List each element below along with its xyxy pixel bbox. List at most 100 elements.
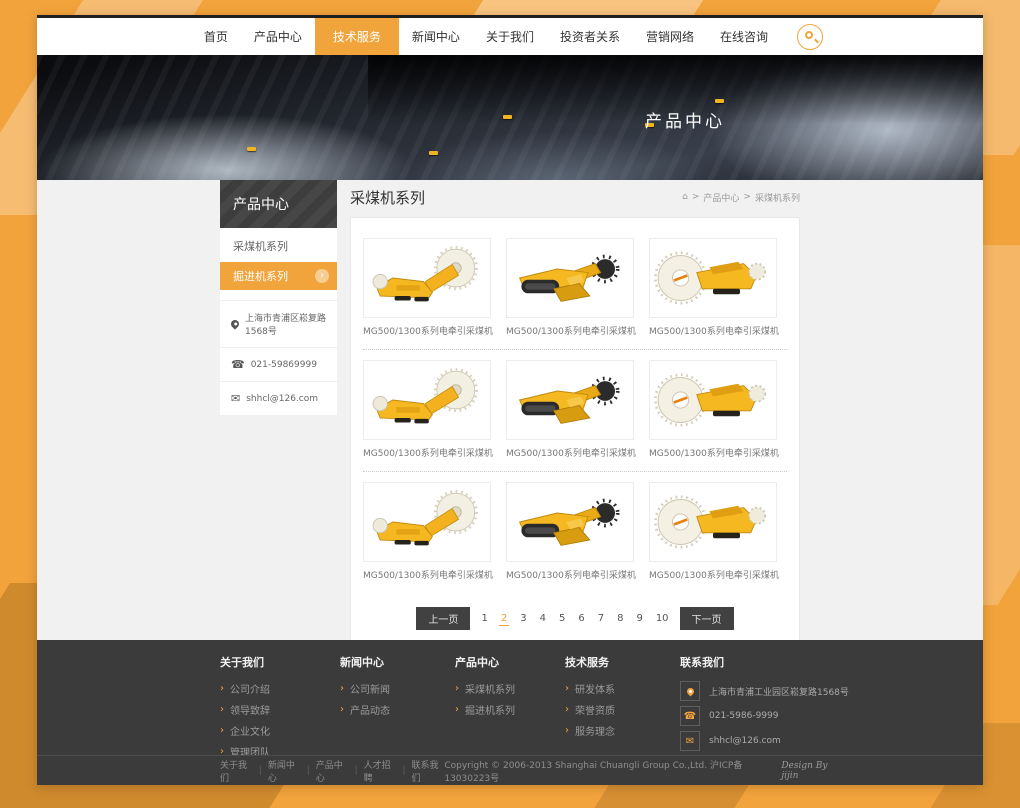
product-name[interactable]: MG500/1300系列电牵引采煤机 xyxy=(506,568,634,581)
product-card[interactable]: MG500/1300系列电牵引采煤机 xyxy=(649,482,777,581)
phone-text: 021-59869999 xyxy=(251,360,317,370)
breadcrumb: ⌂ > 产品中心 > 采煤机系列 xyxy=(682,191,800,204)
breadcrumb-sep: > xyxy=(743,192,751,202)
product-card[interactable]: MG500/1300系列电牵引采煤机 xyxy=(506,238,634,337)
pagination-page-4[interactable]: 4 xyxy=(538,612,548,625)
product-name[interactable]: MG500/1300系列电牵引采煤机 xyxy=(649,324,777,337)
footer-link-shearer-series[interactable]: ›采煤机系列 xyxy=(455,681,565,696)
pagination-prev-button[interactable]: 上一页 xyxy=(416,607,470,630)
footer-address: 上海市青浦工业园区崧复路1568号 xyxy=(680,681,983,701)
breadcrumb-products[interactable]: 产品中心 xyxy=(703,191,739,204)
nav-item-news[interactable]: 新闻中心 xyxy=(399,18,473,55)
product-card[interactable]: MG500/1300系列电牵引采煤机 xyxy=(363,238,491,337)
hero-banner: 产品中心 xyxy=(37,55,983,180)
home-icon[interactable]: ⌂ xyxy=(682,192,688,202)
mine-truck-dot xyxy=(247,147,256,151)
bottom-link-about[interactable]: 关于我们 xyxy=(220,758,253,784)
product-image-shearer-disc xyxy=(363,360,491,440)
footer: 关于我们 ›公司介绍 ›领导致辞 ›企业文化 ›管理团队 新闻中心 ›公司新闻 … xyxy=(37,640,983,755)
bullet-icon: › xyxy=(220,683,224,694)
footer-link-label: 掘进机系列 xyxy=(465,702,515,717)
footer-link-company-intro[interactable]: ›公司介绍 xyxy=(220,681,340,696)
footer-link-label: 企业文化 xyxy=(230,723,270,738)
product-row: MG500/1300系列电牵引采煤机 MG500/1300系列电牵引采煤机 MG… xyxy=(363,350,787,472)
product-card[interactable]: MG500/1300系列电牵引采煤机 xyxy=(649,238,777,337)
product-card[interactable]: MG500/1300系列电牵引采煤机 xyxy=(363,482,491,581)
footer-link-honors[interactable]: ›荣誉资质 xyxy=(565,702,680,717)
sidebar-title: 产品中心 xyxy=(220,180,337,228)
phone-icon: ☎ xyxy=(680,706,700,726)
nav-item-products[interactable]: 产品中心 xyxy=(241,18,315,55)
footer-column-news: 新闻中心 ›公司新闻 ›产品动态 xyxy=(340,654,455,755)
product-row: MG500/1300系列电牵引采煤机 MG500/1300系列电牵引采煤机 MG… xyxy=(363,472,787,593)
bottom-link-jobs[interactable]: 人才招聘 xyxy=(364,758,397,784)
pagination-next-button[interactable]: 下一页 xyxy=(680,607,734,630)
sidebar-item-shearer-series[interactable]: 采煤机系列 xyxy=(220,228,337,262)
footer-link-product-news[interactable]: ›产品动态 xyxy=(340,702,455,717)
chevron-right-icon: › xyxy=(315,269,329,283)
main-column: 采煤机系列 ⌂ > 产品中心 > 采煤机系列 MG500/1300系列电牵引采煤… xyxy=(350,180,800,640)
footer-link-rd-system[interactable]: ›研发体系 xyxy=(565,681,680,696)
nav-item-about[interactable]: 关于我们 xyxy=(473,18,547,55)
footer-column-title: 关于我们 xyxy=(220,654,340,670)
product-image-roadheader-drum xyxy=(506,238,634,318)
footer-column-about: 关于我们 ›公司介绍 ›领导致辞 ›企业文化 ›管理团队 xyxy=(220,654,340,755)
product-name[interactable]: MG500/1300系列电牵引采煤机 xyxy=(363,324,491,337)
pagination-page-10[interactable]: 10 xyxy=(654,612,671,625)
content-area: 产品中心 采煤机系列 掘进机系列 › 上海市青浦区崧复路1568号 ☎ 021-… xyxy=(37,180,983,640)
pagination-page-1[interactable]: 1 xyxy=(479,612,489,625)
product-card[interactable]: MG500/1300系列电牵引采煤机 xyxy=(506,482,634,581)
product-card[interactable]: MG500/1300系列电牵引采煤机 xyxy=(363,360,491,459)
pagination-page-3[interactable]: 3 xyxy=(518,612,528,625)
nav-item-investor[interactable]: 投资者关系 xyxy=(547,18,633,55)
footer-column-title: 产品中心 xyxy=(455,654,565,670)
product-name[interactable]: MG500/1300系列电牵引采煤机 xyxy=(363,568,491,581)
sidebar-phone: ☎ 021-59869999 xyxy=(220,348,337,382)
pagination-page-6[interactable]: 6 xyxy=(576,612,586,625)
nav-item-home[interactable]: 首页 xyxy=(191,18,241,55)
sidebar-contact: 上海市青浦区崧复路1568号 ☎ 021-59869999 ✉ shhcl@12… xyxy=(220,300,337,415)
product-name[interactable]: MG500/1300系列电牵引采煤机 xyxy=(649,446,777,459)
pagination-page-5[interactable]: 5 xyxy=(557,612,567,625)
product-card[interactable]: MG500/1300系列电牵引采煤机 xyxy=(649,360,777,459)
sidebar-address: 上海市青浦区崧复路1568号 xyxy=(220,301,337,348)
search-button[interactable] xyxy=(797,24,823,50)
product-row: MG500/1300系列电牵引采煤机 MG500/1300系列电牵引采煤机 MG… xyxy=(363,228,787,350)
copyright-text: Copyright © 2006-2013 Shanghai Chuangli … xyxy=(444,758,773,784)
bottom-link-contact[interactable]: 联系我们 xyxy=(412,758,445,784)
footer-column-title: 技术服务 xyxy=(565,654,680,670)
sidebar: 产品中心 采煤机系列 掘进机系列 › 上海市青浦区崧复路1568号 ☎ 021-… xyxy=(220,180,337,415)
nav-item-marketing[interactable]: 营销网络 xyxy=(633,18,707,55)
product-name[interactable]: MG500/1300系列电牵引采煤机 xyxy=(649,568,777,581)
separator: | xyxy=(402,766,405,776)
footer-link-service-concept[interactable]: ›服务理念 xyxy=(565,723,680,738)
footer-link-label: 荣誉资质 xyxy=(575,702,615,717)
sidebar-item-roadheader-series[interactable]: 掘进机系列 › xyxy=(220,262,337,290)
email-text: shhcl@126.com xyxy=(709,736,781,746)
phone-text: 021-5986-9999 xyxy=(709,711,778,721)
footer-link-company-news[interactable]: ›公司新闻 xyxy=(340,681,455,696)
footer-link-label: 公司新闻 xyxy=(350,681,390,696)
pagination-page-7[interactable]: 7 xyxy=(596,612,606,625)
footer-link-roadheader-series[interactable]: ›掘进机系列 xyxy=(455,702,565,717)
product-name[interactable]: MG500/1300系列电牵引采煤机 xyxy=(506,446,634,459)
sidebar-email: ✉ shhcl@126.com xyxy=(220,382,337,415)
pagination: 上一页 1 2 3 4 5 6 7 8 9 10 下一页 xyxy=(363,607,787,630)
pagination-page-9[interactable]: 9 xyxy=(634,612,644,625)
location-pin-icon xyxy=(229,318,240,329)
product-name[interactable]: MG500/1300系列电牵引采煤机 xyxy=(363,446,491,459)
pagination-page-8[interactable]: 8 xyxy=(615,612,625,625)
product-image-shearer-wheel xyxy=(649,360,777,440)
footer-link-label: 服务理念 xyxy=(575,723,615,738)
product-card[interactable]: MG500/1300系列电牵引采煤机 xyxy=(506,360,634,459)
bottom-link-news[interactable]: 新闻中心 xyxy=(268,758,301,784)
pagination-page-2-current[interactable]: 2 xyxy=(499,612,509,626)
footer-phone: ☎ 021-5986-9999 xyxy=(680,706,983,726)
footer-link-leader-speech[interactable]: ›领导致辞 xyxy=(220,702,340,717)
product-name[interactable]: MG500/1300系列电牵引采煤机 xyxy=(506,324,634,337)
nav-item-online-consult[interactable]: 在线咨询 xyxy=(707,18,781,55)
nav-item-tech-service[interactable]: 技术服务 xyxy=(315,18,399,55)
footer-link-culture[interactable]: ›企业文化 xyxy=(220,723,340,738)
footer-link-team[interactable]: ›管理团队 xyxy=(220,744,340,755)
bottom-link-products[interactable]: 产品中心 xyxy=(316,758,349,784)
